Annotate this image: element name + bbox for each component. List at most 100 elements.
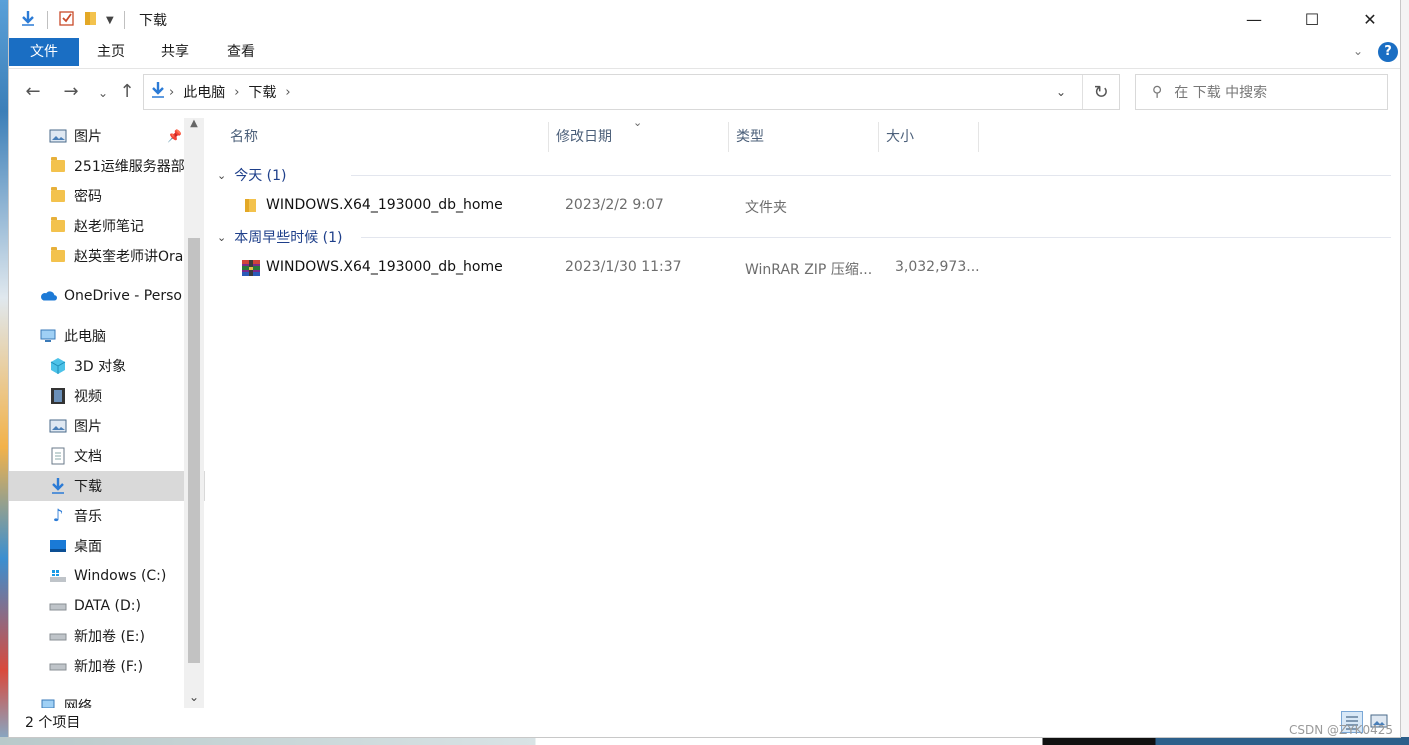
column-header-size[interactable]: 大小: [886, 118, 914, 156]
ribbon-expand-icon[interactable]: ⌄: [1353, 44, 1363, 58]
sidebar-item-documents[interactable]: 文档: [9, 441, 205, 471]
downloads-icon: [49, 477, 67, 495]
sidebar-item-videos[interactable]: 视频: [9, 381, 205, 411]
sidebar-item-teacher-notes[interactable]: 赵老师笔记: [9, 211, 205, 241]
chevron-down-icon: ⌄: [1055, 85, 1067, 99]
file-type: 文件夹: [745, 200, 787, 216]
sidebar-item-3d-objects[interactable]: 3D 对象: [9, 351, 205, 381]
quick-access-toolbar: ▼: [19, 9, 129, 31]
chevron-down-icon: ⌄: [97, 86, 109, 100]
status-bar: 2 个项目: [9, 708, 1400, 737]
folder-icon: [49, 217, 67, 235]
sidebar-item-oracle-course[interactable]: 赵英奎老师讲Ora: [9, 241, 205, 271]
breadcrumb-this-pc[interactable]: 此电脑: [183, 82, 225, 102]
group-divider: [351, 175, 1391, 176]
sidebar-item-music[interactable]: ♪ 音乐: [9, 501, 205, 531]
column-header-name[interactable]: 名称: [230, 118, 258, 156]
sidebar-item-downloads[interactable]: 下载: [9, 471, 205, 501]
column-divider[interactable]: [548, 122, 549, 152]
navigation-pane: 图片 📌 251运维服务器部 密码 赵老师笔记 赵英奎老师讲Ora OneDri…: [9, 118, 205, 708]
sidebar-item-drive-e[interactable]: 新加卷 (E:): [9, 621, 205, 651]
up-button[interactable]: ↑: [115, 81, 139, 102]
forward-arrow-icon: →: [63, 81, 79, 102]
chevron-right-icon[interactable]: ›: [285, 85, 290, 100]
back-button[interactable]: ←: [21, 81, 45, 102]
breadcrumb-downloads[interactable]: 下载: [248, 82, 276, 102]
back-arrow-icon: ←: [25, 81, 41, 102]
watermark: CSDN @ZYK0425: [1289, 723, 1393, 737]
this-pc-icon: [39, 327, 57, 345]
scroll-thumb[interactable]: [188, 238, 200, 663]
sidebar-item-drive-c[interactable]: Windows (C:): [9, 561, 205, 591]
new-folder-icon[interactable]: [82, 9, 100, 31]
search-icon: ⚲: [1152, 84, 1163, 100]
windows-drive-icon: [49, 567, 67, 585]
sidebar-item-network[interactable]: 网络: [9, 691, 205, 708]
folder-icon: [241, 196, 259, 214]
qat-dropdown-icon[interactable]: ▼: [106, 15, 114, 26]
column-header-type[interactable]: 类型: [736, 118, 764, 156]
forward-button[interactable]: →: [59, 81, 83, 102]
downloads-icon: [19, 9, 37, 31]
group-header-today[interactable]: ⌄ 今天 (1): [217, 164, 287, 186]
file-row[interactable]: WINDOWS.X64_193000_db_home 2023/1/30 11:…: [231, 252, 991, 282]
pin-icon[interactable]: 📌: [167, 129, 182, 143]
recent-locations-button[interactable]: ⌄: [91, 86, 115, 100]
folder-icon: [49, 157, 67, 175]
sidebar-item-desktop[interactable]: 桌面: [9, 531, 205, 561]
desktop-icon: [49, 537, 67, 555]
drive-icon: [49, 597, 67, 615]
scroll-down-icon[interactable]: ⌄: [184, 690, 204, 706]
search-box[interactable]: ⚲ 在 下载 中搜索: [1135, 74, 1388, 110]
onedrive-icon: [39, 287, 57, 305]
ribbon-tabs: 文件 主页 共享 查看 ⌄ ?: [9, 38, 1400, 69]
scroll-up-icon[interactable]: ▲: [184, 118, 204, 134]
file-explorer-window: ▼ 下载 — ☐ ✕ 文件 主页 共享 查看 ⌄ ? ← → ⌄ ↑ › 此电脑…: [9, 0, 1400, 737]
chevron-right-icon: ›: [169, 84, 175, 100]
file-size: 3,032,973...: [895, 259, 980, 275]
desktop-background-left: [0, 0, 9, 745]
sidebar-item-drive-f[interactable]: 新加卷 (F:): [9, 651, 205, 681]
file-date: 2023/2/2 9:07: [565, 197, 664, 213]
column-divider[interactable]: [878, 122, 879, 152]
address-history-dropdown[interactable]: ⌄: [1047, 75, 1075, 109]
sidebar-scrollbar[interactable]: ▲ ⌄: [184, 118, 204, 708]
tab-file[interactable]: 文件: [9, 38, 79, 66]
sidebar-item-pictures-quick[interactable]: 图片 📌: [9, 121, 205, 151]
group-divider: [361, 237, 1391, 238]
tab-share[interactable]: 共享: [151, 38, 199, 66]
column-divider[interactable]: [978, 122, 979, 152]
maximize-icon: ☐: [1304, 9, 1320, 29]
address-bar[interactable]: › 此电脑 › 下载 › ⌄ ↻: [143, 74, 1120, 110]
sidebar-item-onedrive[interactable]: OneDrive - Perso: [9, 281, 205, 311]
drive-icon: [49, 657, 67, 675]
minimize-icon: —: [1246, 9, 1262, 29]
sidebar-item-this-pc[interactable]: 此电脑: [9, 321, 205, 351]
title-bar: ▼ 下载 — ☐ ✕: [9, 0, 1400, 38]
minimize-button[interactable]: —: [1225, 0, 1283, 38]
tab-home[interactable]: 主页: [87, 38, 135, 66]
sidebar-item-pictures[interactable]: 图片: [9, 411, 205, 441]
refresh-button[interactable]: ↻: [1082, 75, 1119, 109]
close-button[interactable]: ✕: [1341, 0, 1399, 38]
file-row[interactable]: WINDOWS.X64_193000_db_home 2023/2/2 9:07…: [231, 190, 991, 220]
sidebar-item-drive-d[interactable]: DATA (D:): [9, 591, 205, 621]
properties-icon[interactable]: [58, 9, 76, 31]
sidebar-item-251-folder[interactable]: 251运维服务器部: [9, 151, 205, 181]
tab-view[interactable]: 查看: [217, 38, 265, 66]
drive-icon: [49, 627, 67, 645]
pictures-icon: [49, 417, 67, 435]
toolbar-divider: [123, 11, 125, 29]
file-type: WinRAR ZIP 压缩...: [745, 262, 873, 278]
group-header-earlier-this-week[interactable]: ⌄ 本周早些时候 (1): [217, 226, 343, 248]
help-icon[interactable]: ?: [1378, 42, 1398, 62]
column-header-date[interactable]: 修改日期: [556, 118, 612, 156]
sort-indicator-icon: ⌄: [633, 116, 643, 129]
chevron-right-icon[interactable]: ›: [234, 85, 239, 100]
close-icon: ✕: [1363, 9, 1377, 29]
winrar-archive-icon: [241, 258, 260, 276]
column-divider[interactable]: [728, 122, 729, 152]
up-arrow-icon: ↑: [119, 81, 135, 102]
maximize-button[interactable]: ☐: [1283, 0, 1341, 38]
sidebar-item-passwords[interactable]: 密码: [9, 181, 205, 211]
